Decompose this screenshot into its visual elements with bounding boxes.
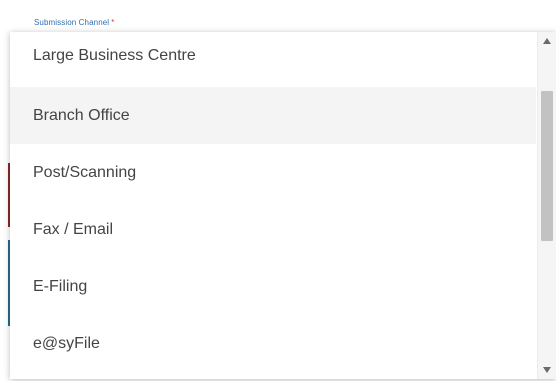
scrollbar-thumb[interactable]	[541, 91, 553, 241]
option-easyfile[interactable]: e@syFile	[10, 315, 536, 372]
field-label-text: Submission Channel	[34, 18, 110, 27]
option-label: e@syFile	[33, 334, 100, 352]
option-e-filing[interactable]: E-Filing	[10, 258, 536, 315]
dropdown-options-list: Large Business Centre Branch Office Post…	[10, 32, 536, 379]
option-branch-office[interactable]: Branch Office	[10, 87, 536, 144]
submission-channel-dropdown[interactable]: Large Business Centre Branch Office Post…	[10, 32, 556, 379]
triangle-down-icon	[543, 367, 551, 373]
option-post-scanning[interactable]: Post/Scanning	[10, 144, 536, 201]
submission-channel-label: Submission Channel *	[34, 18, 114, 27]
option-label: Fax / Email	[33, 220, 114, 238]
option-label: Branch Office	[33, 106, 130, 124]
scroll-up-button[interactable]	[538, 34, 556, 48]
triangle-up-icon	[543, 38, 551, 44]
required-marker: *	[111, 18, 115, 27]
option-label: Large Business Centre	[33, 47, 196, 64]
option-label: E-Filing	[33, 277, 88, 295]
option-fax-email[interactable]: Fax / Email	[10, 201, 536, 258]
page: Submission Channel * Large Business Centr…	[0, 0, 556, 381]
scroll-down-button[interactable]	[538, 363, 556, 377]
option-label: Post/Scanning	[33, 163, 137, 181]
option-large-business-centre[interactable]: Large Business Centre	[10, 32, 536, 87]
dropdown-scrollbar[interactable]	[537, 32, 556, 379]
